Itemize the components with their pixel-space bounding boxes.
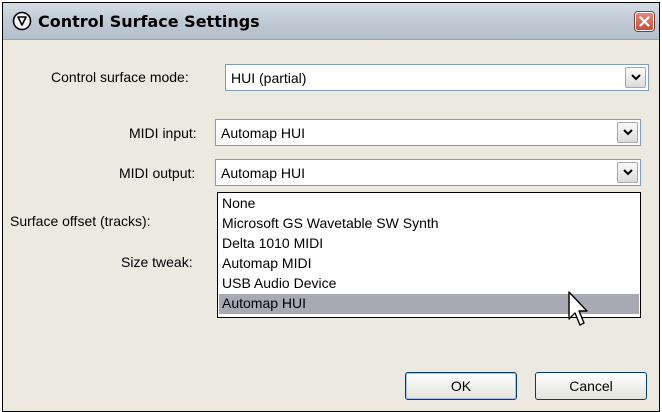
mouse-pointer-icon bbox=[568, 291, 592, 336]
midi-input-select[interactable]: Automap HUI bbox=[215, 119, 641, 146]
midi-input-label: MIDI input: bbox=[129, 125, 197, 141]
chevron-down-icon[interactable] bbox=[625, 67, 646, 88]
ok-button[interactable]: OK bbox=[405, 372, 517, 400]
chevron-down-icon[interactable] bbox=[617, 122, 638, 143]
midi-input-value: Automap HUI bbox=[221, 125, 306, 141]
close-icon[interactable] bbox=[635, 12, 654, 31]
mode-label: Control surface mode: bbox=[51, 69, 189, 85]
dropdown-item[interactable]: Automap MIDI bbox=[219, 254, 639, 274]
dropdown-item[interactable]: None bbox=[219, 194, 639, 214]
reaper-app-icon bbox=[12, 11, 32, 31]
title-bar[interactable]: Control Surface Settings bbox=[3, 3, 659, 40]
surface-offset-label: Surface offset (tracks): bbox=[10, 213, 151, 229]
dropdown-item[interactable]: Microsoft GS Wavetable SW Synth bbox=[219, 214, 639, 234]
window-title: Control Surface Settings bbox=[38, 12, 260, 31]
cancel-button[interactable]: Cancel bbox=[535, 372, 647, 400]
mode-value: HUI (partial) bbox=[231, 70, 307, 86]
midi-output-label: MIDI output: bbox=[119, 165, 196, 181]
midi-output-select[interactable]: Automap HUI bbox=[215, 159, 641, 186]
mode-select[interactable]: HUI (partial) bbox=[225, 64, 649, 91]
midi-output-value: Automap HUI bbox=[221, 165, 306, 181]
chevron-down-icon[interactable] bbox=[617, 162, 638, 183]
control-surface-settings-dialog: Control Surface Settings Control surface… bbox=[2, 2, 660, 412]
dropdown-item[interactable]: Delta 1010 MIDI bbox=[219, 234, 639, 254]
size-tweak-label: Size tweak: bbox=[121, 254, 193, 270]
